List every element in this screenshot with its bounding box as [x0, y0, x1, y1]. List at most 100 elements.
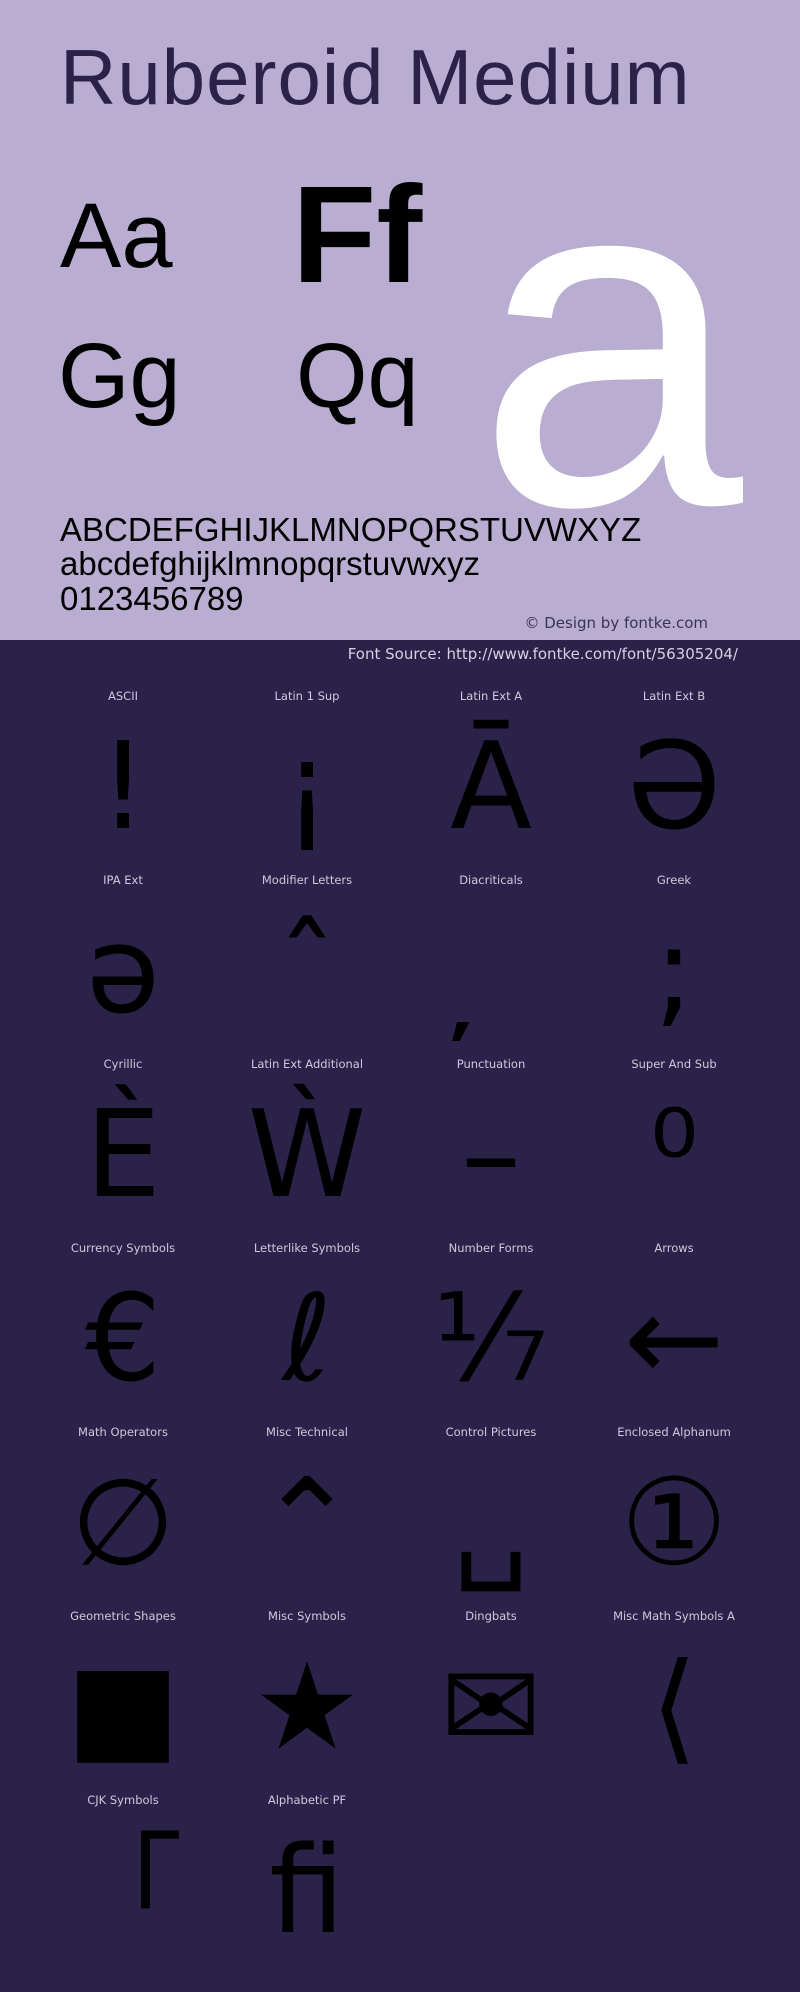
block-label: Letterlike Symbols — [253, 1241, 361, 1255]
block-label: Control Pictures — [445, 1425, 537, 1439]
block-glyph: Ā — [449, 718, 533, 857]
block-glyph: ⌃ — [256, 1454, 358, 1593]
block-cell: Greek; — [582, 873, 766, 1057]
block-glyph-wrap: ∅ — [31, 1439, 215, 1609]
block-glyph-wrap: ␣ — [399, 1439, 583, 1609]
block-glyph-wrap: Ə — [582, 703, 766, 873]
big-glyph: a — [476, 69, 743, 606]
block-cell: Misc Symbols ★ — [215, 1609, 399, 1793]
block-glyph: ℓ — [282, 1270, 332, 1409]
block-glyph: ① — [620, 1454, 728, 1593]
block-glyph: ∅ — [70, 1454, 176, 1593]
block-label: Punctuation — [456, 1057, 526, 1071]
block-glyph: ə — [86, 902, 160, 1041]
block-glyph: ⅐ — [432, 1270, 550, 1409]
block-glyph: ■ — [66, 1638, 180, 1777]
block-glyph-wrap: ℓ — [215, 1255, 399, 1425]
block-glyph: ★ — [253, 1638, 361, 1777]
block-label: Cyrillic — [103, 1057, 143, 1071]
hero-panel: Ruberoid Medium Aa Ff Gg Qq a ABCDEFGHIJ… — [0, 0, 800, 640]
block-label: Misc Math Symbols A — [613, 1609, 735, 1623]
block-cell: Geometric Shapes ■ — [31, 1609, 215, 1793]
block-glyph: 「 — [63, 1822, 183, 1961]
block-cell: Diacriticalș — [399, 873, 583, 1057]
block-label: Alphabetic PF — [267, 1793, 347, 1807]
block-glyph-wrap: Ѐ — [31, 1071, 215, 1241]
block-glyph-wrap: ¡ — [215, 703, 399, 873]
block-glyph: Ə — [626, 718, 722, 857]
block-glyph-wrap: ⟨ — [582, 1623, 766, 1793]
block-glyph-wrap: ⌃ — [215, 1439, 399, 1609]
block-label: Super And Sub — [631, 1057, 717, 1071]
block-cell: Arrows ← — [582, 1241, 766, 1425]
block-glyph: ; — [653, 902, 695, 1041]
block-glyph-wrap: ① — [582, 1439, 766, 1609]
block-glyph-wrap: ˆ — [215, 887, 399, 1057]
block-cell: Latin Ext B Ə — [582, 689, 766, 873]
block-cell: IPA Ext ə — [31, 873, 215, 1057]
block-cell: Alphabetic PF ﬁ — [215, 1793, 399, 1977]
block-glyph: ⟨ — [650, 1638, 698, 1777]
block-label: Dingbats — [465, 1609, 517, 1623]
block-cell: Dingbats ✉ — [399, 1609, 583, 1793]
block-glyph-wrap: – — [399, 1071, 583, 1241]
block-glyph: ␣ — [452, 1454, 530, 1593]
block-glyph-wrap: ✉ — [399, 1623, 583, 1793]
block-glyph-wrap: ! — [31, 703, 215, 873]
block-cell: Math Operators ∅ — [31, 1425, 215, 1609]
block-cell: CJK Symbols 「 — [31, 1793, 215, 1977]
block-label: Misc Symbols — [268, 1609, 346, 1623]
block-glyph: ˆ — [277, 902, 337, 1041]
block-cell: Latin Ext A Ā — [399, 689, 583, 873]
block-glyph-wrap: ★ — [215, 1623, 399, 1793]
block-glyph-wrap: Ā — [399, 703, 583, 873]
block-cell: Latin Ext Additional Ẁ — [215, 1057, 399, 1241]
block-glyph-wrap: ⅐ — [399, 1255, 583, 1425]
block-cell: Control Pictures ␣ — [399, 1425, 583, 1609]
block-label: IPA Ext — [103, 873, 143, 887]
block-glyph: Ѐ — [85, 1086, 161, 1225]
block-cell: Currency Symbols € — [31, 1241, 215, 1425]
block-glyph-wrap: 「 — [31, 1807, 215, 1977]
block-glyph-wrap: ﬁ — [215, 1807, 399, 1977]
block-cell: Super And Sub ⁰ — [582, 1057, 766, 1241]
block-cell: Modifier Letters ˆ — [215, 873, 399, 1057]
block-label: Number Forms — [448, 1241, 534, 1255]
block-glyph: ¡ — [282, 718, 332, 857]
block-label: Geometric Shapes — [70, 1609, 176, 1623]
block-cell: Letterlike Symbols ℓ — [215, 1241, 399, 1425]
block-cell: Punctuation – — [399, 1057, 583, 1241]
block-label: Arrows — [654, 1241, 694, 1255]
block-glyph-wrap: Ẁ — [215, 1071, 399, 1241]
block-label: Latin Ext Additional — [250, 1057, 364, 1071]
block-glyph: € — [84, 1270, 162, 1409]
block-cell: Number Forms ⅐ — [399, 1241, 583, 1425]
font-source-link[interactable]: Font Source: http://www.fontke.com/font/… — [348, 645, 738, 663]
block-glyph-wrap: € — [31, 1255, 215, 1425]
block-glyph-wrap: ← — [582, 1255, 766, 1425]
block-glyph: ! — [98, 718, 148, 857]
block-cell: Latin 1 Sup ¡ — [215, 689, 399, 873]
block-label: ASCII — [108, 689, 138, 703]
uppercase-row: ABCDEFGHIJKLMNOPQRSTUVWXYZ — [60, 511, 642, 548]
block-cell: Enclosed Alphanum ① — [582, 1425, 766, 1609]
block-label: Misc Technical — [266, 1425, 348, 1439]
block-label: Diacriticals — [459, 873, 523, 887]
sample-aa: Aa — [60, 185, 173, 287]
block-glyph-wrap: ⁰ — [582, 1071, 766, 1241]
block-cell: Misc Math Symbols A ⟨ — [582, 1609, 766, 1793]
block-cell: Misc Technical ⌃ — [215, 1425, 399, 1609]
block-glyph: ✉ — [440, 1638, 542, 1777]
block-cell: Cyrillic Ѐ — [31, 1057, 215, 1241]
sample-qq: Qq — [296, 325, 419, 427]
design-credit: © Design by fontke.com — [524, 614, 708, 632]
block-label: Enclosed Alphanum — [617, 1425, 731, 1439]
block-label: Latin Ext B — [642, 689, 706, 703]
block-label: Latin Ext A — [459, 689, 523, 703]
block-glyph: – — [461, 1086, 521, 1225]
block-label: Modifier Letters — [261, 873, 353, 887]
block-glyph-wrap: ̦ — [399, 887, 583, 1057]
sample-ff: Ff — [292, 158, 423, 312]
block-cell: ASCII! — [31, 689, 215, 873]
block-glyph: ﬁ — [269, 1822, 345, 1961]
